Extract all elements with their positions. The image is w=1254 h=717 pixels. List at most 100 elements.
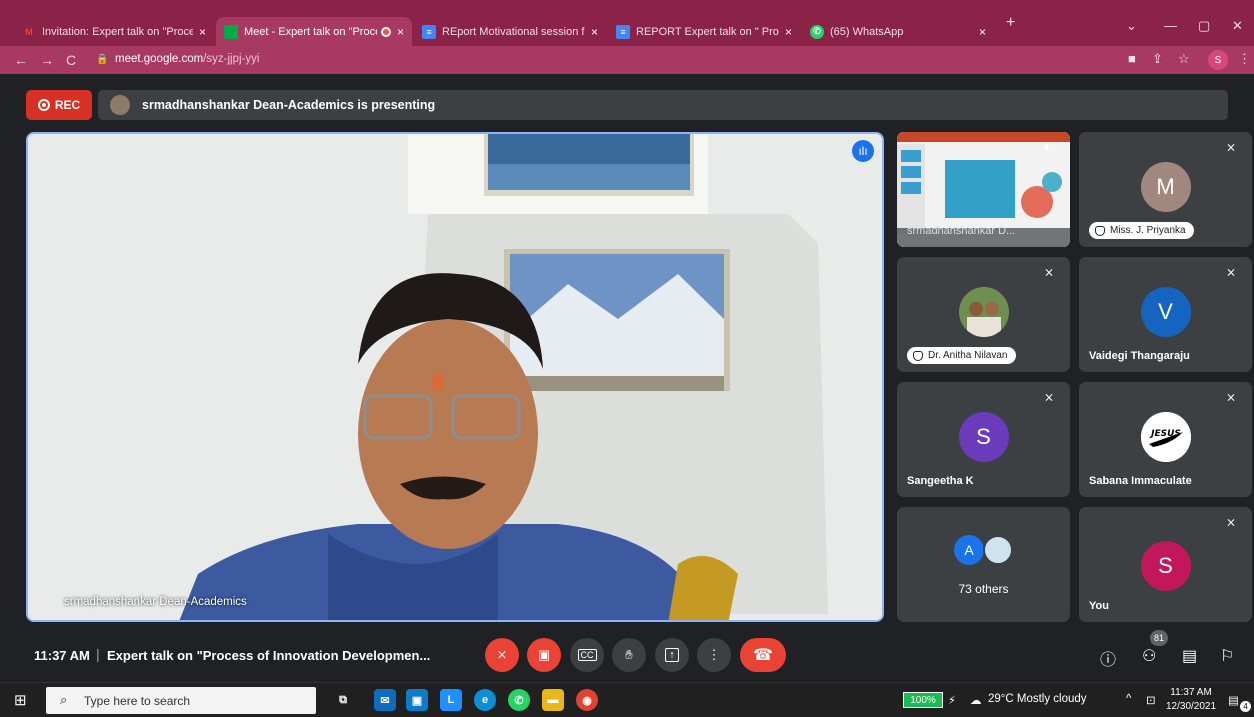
close-tab-icon[interactable]: ×: [785, 25, 792, 39]
search-icon: ⌕: [60, 692, 68, 707]
mic-off-icon: ⨯: [1226, 140, 1237, 154]
activities-icon[interactable]: ⚐: [1220, 646, 1234, 666]
search-placeholder: Type here to search: [84, 693, 191, 708]
captions-button[interactable]: CC: [570, 638, 604, 672]
mic-off-icon: ⨯: [1044, 390, 1055, 404]
tab-meet[interactable]: Meet - Expert talk on "Proce ×: [216, 17, 412, 46]
camera-toggle-button[interactable]: ▣: [527, 638, 561, 672]
new-tab-button[interactable]: +: [1006, 14, 1015, 32]
taskbar-search[interactable]: ⌕ Type here to search: [46, 687, 316, 714]
notification-count: 4: [1240, 701, 1251, 712]
tab-search-chevron-icon[interactable]: ⌄: [1126, 18, 1137, 34]
camera-in-use-icon[interactable]: ■: [1128, 51, 1136, 66]
minimize-icon[interactable]: —: [1164, 18, 1177, 33]
tab-title: REport Motivational session for S: [442, 25, 585, 38]
close-tab-icon[interactable]: ×: [979, 25, 986, 39]
close-tab-icon[interactable]: ×: [591, 25, 598, 39]
weather-text[interactable]: 29°C Mostly cloudy: [988, 693, 1087, 705]
url-host: meet.google.com: [115, 53, 204, 65]
chrome-icon[interactable]: ◉: [576, 689, 598, 711]
edge-icon[interactable]: e: [474, 689, 496, 711]
tile-vaidegi[interactable]: ⨯ V Vaidegi Thangaraju: [1079, 257, 1252, 372]
avatar: S: [1140, 541, 1191, 591]
tile-sabana[interactable]: ⨯ JESUS Sabana Immaculate: [1079, 382, 1252, 497]
tile-you[interactable]: ⨯ S You: [1079, 507, 1252, 622]
docs-icon: ≡: [616, 24, 630, 39]
leave-call-button[interactable]: ☎︎: [740, 638, 786, 672]
meet-stage: REC srmadhanshankar Dean-Academics is pr…: [0, 74, 1254, 682]
hand-icon: ✋︎: [625, 647, 633, 662]
chat-icon[interactable]: ▤: [1182, 646, 1197, 666]
speaking-indicator-icon: ılı: [852, 140, 874, 162]
taskbar-clock[interactable]: 11:37 AM 12/30/2021: [1166, 686, 1216, 714]
task-view-icon[interactable]: ⧉: [332, 689, 354, 711]
people-icon[interactable]: ⚇: [1142, 646, 1156, 666]
tray-chevron-up-icon[interactable]: ^: [1126, 693, 1131, 705]
meet-icon: [224, 24, 238, 39]
file-explorer-icon[interactable]: ▬: [542, 689, 564, 711]
tab-docs-motivational[interactable]: ≡ REport Motivational session for S ×: [414, 17, 606, 46]
close-tab-icon[interactable]: ×: [199, 25, 206, 39]
mail-icon[interactable]: ✉: [374, 689, 396, 711]
camera-off-icon: ▣: [537, 647, 551, 662]
store-icon[interactable]: ▣: [406, 689, 428, 711]
close-tab-icon[interactable]: ×: [397, 25, 404, 39]
app-l-icon[interactable]: L: [440, 689, 462, 711]
recording-badge[interactable]: REC: [26, 90, 92, 120]
meet-control-bar: 11:37 AM | Expert talk on "Process of In…: [0, 622, 1254, 682]
tab-gmail-invitation[interactable]: M Invitation: Expert talk on "Proces ×: [14, 17, 214, 46]
battery-indicator[interactable]: 100%: [903, 692, 943, 708]
windows-start-icon[interactable]: ⊞: [14, 691, 27, 709]
share-icon[interactable]: ⇪: [1152, 51, 1163, 67]
tile-name: srmadhanshankar D...: [907, 225, 1016, 237]
docs-icon: ≡: [422, 24, 436, 39]
whatsapp-icon: ✆: [810, 24, 824, 39]
profile-avatar[interactable]: S: [1208, 50, 1228, 70]
raise-hand-button[interactable]: ✋︎: [612, 638, 646, 672]
jesus-logo-avatar: JESUS: [1140, 412, 1191, 462]
tab-title: (65) WhatsApp: [830, 25, 904, 38]
taskbar-date: 12/30/2021: [1166, 701, 1217, 712]
windows-taskbar: ⊞ ⌕ Type here to search ⧉ ✉ ▣ L e ✆ ▬ ◉ …: [0, 682, 1254, 717]
url-field[interactable]: meet.google.com/syz-jjpj-yyi: [115, 53, 259, 65]
tray-app-icon[interactable]: ⊡: [1146, 693, 1156, 707]
presenter-avatar: [110, 95, 130, 115]
url-path: /syz-jjpj-yyi: [203, 53, 260, 65]
reload-icon[interactable]: C: [66, 52, 76, 68]
tab-docs-report[interactable]: ≡ REPORT Expert talk on " Process ×: [608, 17, 800, 46]
lock-icon: 🔒: [96, 54, 109, 65]
present-button[interactable]: ↑: [655, 638, 689, 672]
raised-hand-pill: Dr. Anitha Nilavan: [907, 347, 1016, 364]
recording-dot-icon: [380, 26, 391, 37]
presenting-banner: srmadhanshankar Dean-Academics is presen…: [98, 90, 1228, 120]
tile-anitha[interactable]: ⨯ Dr. Anitha Nilavan: [897, 257, 1070, 372]
presenting-text: srmadhanshankar Dean-Academics is presen…: [142, 98, 436, 112]
forward-arrow-icon[interactable]: →: [40, 52, 54, 68]
others-count: 73 others: [958, 582, 1009, 596]
whatsapp-icon[interactable]: ✆: [508, 689, 530, 711]
main-speaker-video[interactable]: ılı srmadhanshankar Dean-Academics: [26, 132, 884, 622]
info-icon[interactable]: ⓘ: [1100, 646, 1116, 670]
tile-name: Vaidegi Thangaraju: [1089, 350, 1190, 362]
tile-sangeetha[interactable]: ⨯ S Sangeetha K: [897, 382, 1070, 497]
mic-toggle-button[interactable]: ⨯: [485, 638, 519, 672]
back-arrow-icon[interactable]: ←: [14, 52, 28, 68]
avatar: [983, 535, 1013, 565]
avatar: V: [1140, 287, 1191, 337]
tile-priyanka[interactable]: ⨯ M Miss. J. Priyanka: [1079, 132, 1252, 247]
avatar: S: [958, 412, 1009, 462]
tile-presentation[interactable]: 🔇︎ srmadhanshankar D...: [897, 132, 1070, 247]
notifications-icon[interactable]: ▤: [1228, 693, 1239, 707]
main-speaker-name: srmadhanshankar Dean-Academics: [64, 596, 247, 608]
tab-whatsapp[interactable]: ✆ (65) WhatsApp ×: [802, 17, 994, 46]
close-window-icon[interactable]: ✕: [1232, 18, 1243, 34]
maximize-icon[interactable]: ▢: [1198, 18, 1210, 34]
participants-badge: 81: [1150, 630, 1168, 646]
menu-dots-icon[interactable]: ⋮: [1238, 51, 1251, 67]
tab-title: Meet - Expert talk on "Proce: [244, 25, 377, 38]
tile-others[interactable]: A 73 others: [897, 507, 1070, 622]
tile-name: Miss. J. Priyanka: [1110, 225, 1186, 236]
more-options-button[interactable]: ⋮: [697, 638, 731, 672]
bookmark-star-icon[interactable]: ☆: [1178, 51, 1190, 67]
captions-icon: CC: [577, 649, 597, 661]
